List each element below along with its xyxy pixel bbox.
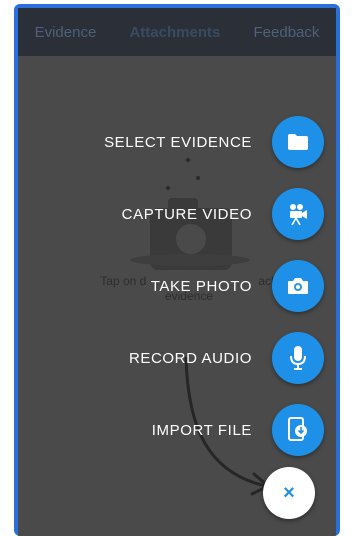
import-device-icon	[288, 417, 307, 441]
capture-video-action[interactable]: CAPTURE VIDEO	[122, 188, 324, 240]
record-audio-action[interactable]: RECORD AUDIO	[129, 332, 324, 384]
import-file-label: IMPORT FILE	[151, 421, 252, 439]
take-photo-label: TAKE PHOTO	[150, 277, 252, 295]
take-photo-button[interactable]	[272, 260, 324, 312]
record-audio-button[interactable]	[272, 332, 324, 384]
take-photo-action[interactable]: TAKE PHOTO	[151, 260, 324, 312]
select-evidence-action[interactable]: SELECT EVIDENCE	[104, 116, 324, 168]
capture-video-button[interactable]	[272, 188, 324, 240]
video-camera-icon	[290, 204, 307, 226]
device-frame: Evidence Attachments Feedback Tap on d ac…	[14, 4, 340, 536]
record-audio-label: RECORD AUDIO	[128, 349, 252, 367]
close-icon: ×	[283, 481, 295, 504]
capture-video-label: CAPTURE VIDEO	[121, 205, 252, 223]
select-evidence-label: SELECT EVIDENCE	[104, 133, 252, 151]
import-file-action[interactable]: IMPORT FILE	[152, 404, 324, 456]
microphone-icon	[290, 346, 306, 370]
camera-icon	[288, 278, 308, 294]
close-button[interactable]: ×	[263, 467, 315, 519]
screen: Evidence Attachments Feedback Tap on d ac…	[18, 8, 336, 536]
import-file-button[interactable]	[272, 404, 324, 456]
select-evidence-button[interactable]	[272, 116, 324, 168]
folder-icon	[288, 134, 308, 150]
